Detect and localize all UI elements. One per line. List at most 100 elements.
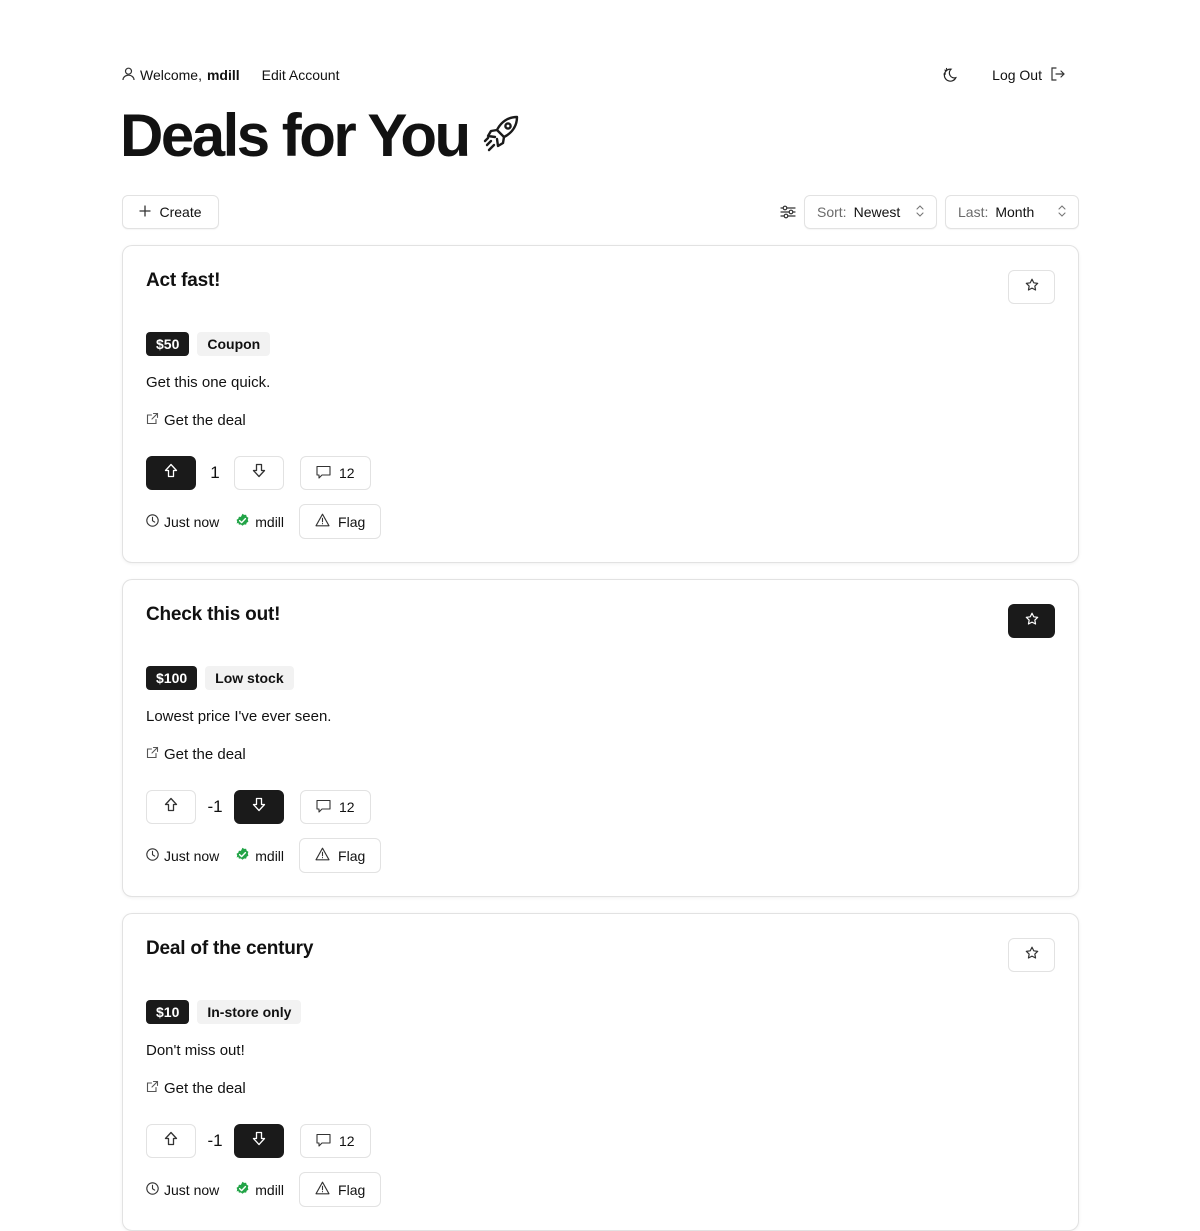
theme-toggle-icon[interactable] <box>942 67 958 83</box>
arrow-down-icon <box>252 1131 266 1151</box>
external-link-icon <box>146 1080 159 1097</box>
comment-count: 12 <box>339 799 355 815</box>
post-author: mdill <box>235 847 284 865</box>
user-icon <box>122 67 135 84</box>
category-badge: In-store only <box>197 1000 302 1024</box>
plus-icon <box>139 204 152 220</box>
external-link-icon <box>146 412 159 429</box>
post-time-label: Just now <box>164 1181 220 1198</box>
top-bar-left: Welcome, mdill Edit Account <box>122 62 339 88</box>
time-range-select[interactable]: Last: Month <box>945 195 1079 229</box>
logout-button[interactable]: Log Out <box>992 66 1065 84</box>
time-range-label: Last: <box>958 204 989 220</box>
logout-label: Log Out <box>992 67 1042 83</box>
downvote-button[interactable] <box>234 790 284 824</box>
vote-score: -1 <box>207 797 223 816</box>
verified-icon <box>235 1181 250 1199</box>
chevron-updown-icon <box>1058 204 1066 220</box>
create-label: Create <box>159 204 202 220</box>
downvote-button[interactable] <box>234 1124 284 1158</box>
category-badge: Low stock <box>205 666 294 690</box>
get-deal-link[interactable]: Get the deal <box>146 1080 246 1097</box>
warning-icon <box>315 847 330 864</box>
deal-card: Act fast! $50 Coupon Get this one quick.… <box>122 245 1079 563</box>
clock-icon <box>146 513 159 530</box>
post-author-name: mdill <box>255 513 285 530</box>
comments-button[interactable]: 12 <box>300 456 371 490</box>
star-icon <box>1025 612 1039 631</box>
get-deal-label: Get the deal <box>164 412 246 429</box>
verified-icon <box>235 847 250 865</box>
top-bar: Welcome, mdill Edit Account Log Out <box>122 62 1079 88</box>
vote-row: 1 12 <box>146 456 371 490</box>
arrow-up-icon <box>164 1131 178 1151</box>
upvote-button[interactable] <box>146 456 196 490</box>
arrow-up-icon <box>164 463 178 483</box>
welcome-message: Welcome, mdill <box>122 67 240 84</box>
arrow-up-icon <box>164 797 178 817</box>
edit-account-link[interactable]: Edit Account <box>262 67 340 83</box>
time-range-value: Month <box>995 204 1035 220</box>
downvote-button[interactable] <box>234 456 284 490</box>
deal-card: Check this out! $100 Low stock Lowest pr… <box>122 579 1079 897</box>
post-time: Just now <box>146 1182 219 1198</box>
deal-tags: $10 In-store only <box>146 1000 302 1024</box>
flag-label: Flag <box>338 1181 366 1198</box>
deal-tags: $100 Low stock <box>146 666 294 690</box>
flag-button[interactable]: Flag <box>299 1172 382 1207</box>
get-deal-label: Get the deal <box>164 746 246 763</box>
deal-title: Act fast! <box>146 270 221 291</box>
comment-icon <box>316 799 331 816</box>
logout-icon <box>1050 66 1065 84</box>
vote-score: -1 <box>207 1131 223 1150</box>
deal-description: Don't miss out! <box>146 1042 245 1059</box>
post-author-name: mdill <box>255 847 285 864</box>
category-badge: Coupon <box>197 332 271 356</box>
vote-score: 1 <box>210 463 220 482</box>
comments-button[interactable]: 12 <box>300 1124 371 1158</box>
post-author: mdill <box>235 513 284 531</box>
price-badge: $50 <box>146 332 190 356</box>
flag-button[interactable]: Flag <box>299 504 382 539</box>
deal-card: Deal of the century $10 In-store only Do… <box>122 913 1079 1231</box>
post-time-label: Just now <box>164 513 220 530</box>
welcome-username: mdill <box>206 67 240 83</box>
sort-select[interactable]: Sort: Newest <box>804 195 937 229</box>
warning-icon <box>315 513 330 530</box>
star-button[interactable] <box>1008 270 1055 304</box>
page-title-row: Deals for You <box>120 100 521 172</box>
comment-icon <box>316 1133 331 1150</box>
rocket-icon <box>483 114 521 159</box>
star-button[interactable] <box>1008 938 1055 972</box>
external-link-icon <box>146 746 159 763</box>
meta-row: Just now mdill Flag <box>146 504 382 539</box>
star-icon <box>1025 278 1039 297</box>
price-badge: $10 <box>146 1000 190 1024</box>
toolbar: Create Sort: Newest Last: Month <box>122 195 1079 229</box>
upvote-button[interactable] <box>146 790 196 824</box>
comment-count: 12 <box>339 1133 355 1149</box>
get-deal-link[interactable]: Get the deal <box>146 746 246 763</box>
filter-icon[interactable] <box>780 204 796 225</box>
chevron-updown-icon <box>916 204 924 220</box>
deal-tags: $50 Coupon <box>146 332 271 356</box>
sort-label: Sort: <box>817 204 847 220</box>
star-icon <box>1025 946 1039 965</box>
page-title: Deals for You <box>120 102 471 169</box>
flag-button[interactable]: Flag <box>299 838 382 873</box>
get-deal-link[interactable]: Get the deal <box>146 412 246 429</box>
comments-button[interactable]: 12 <box>300 790 371 824</box>
upvote-button[interactable] <box>146 1124 196 1158</box>
flag-label: Flag <box>338 847 366 864</box>
arrow-down-icon <box>252 463 266 483</box>
vote-row: -1 12 <box>146 790 371 824</box>
warning-icon <box>315 1181 330 1198</box>
post-time: Just now <box>146 514 219 530</box>
post-author: mdill <box>235 1181 284 1199</box>
verified-icon <box>235 513 250 531</box>
post-time-label: Just now <box>164 847 220 864</box>
get-deal-label: Get the deal <box>164 1080 246 1097</box>
price-badge: $100 <box>146 666 198 690</box>
create-button[interactable]: Create <box>122 195 219 229</box>
star-button[interactable] <box>1008 604 1055 638</box>
